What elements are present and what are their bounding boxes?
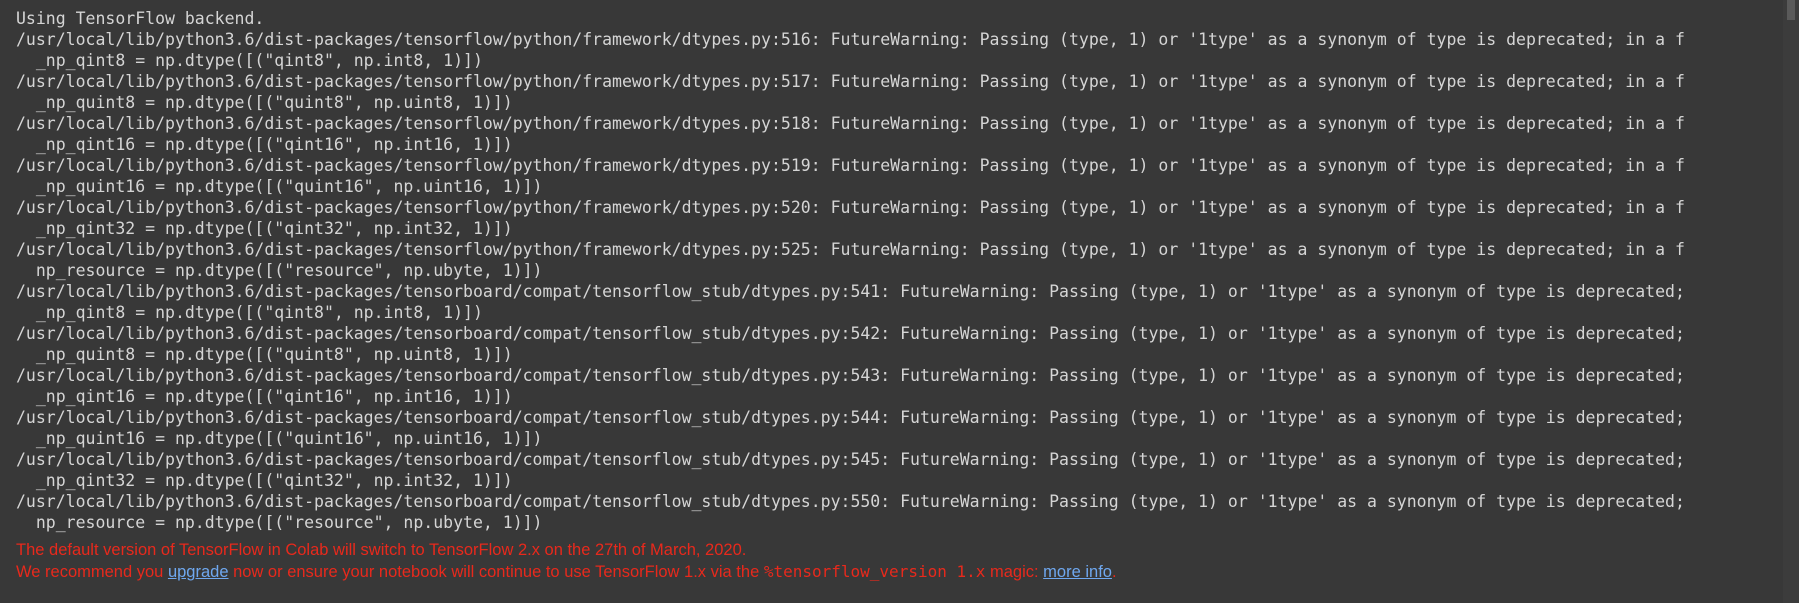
log-line: _np_qint32 = np.dtype([("qint32", np.int… <box>16 471 513 490</box>
log-line: _np_qint8 = np.dtype([("qint8", np.int8,… <box>16 51 483 70</box>
log-line: Using TensorFlow backend. <box>16 9 265 28</box>
log-line: np_resource = np.dtype([("resource", np.… <box>16 261 543 280</box>
more-info-link[interactable]: more info <box>1043 563 1112 581</box>
log-line: _np_qint8 = np.dtype([("qint8", np.int8,… <box>16 303 483 322</box>
log-line: /usr/local/lib/python3.6/dist-packages/t… <box>16 30 1685 49</box>
stderr-log: Using TensorFlow backend. /usr/local/lib/… <box>16 8 1685 533</box>
log-line: np_resource = np.dtype([("resource", np.… <box>16 513 543 532</box>
notice-prefix: We recommend you <box>16 563 168 581</box>
log-line: _np_qint32 = np.dtype([("qint32", np.int… <box>16 219 513 238</box>
tensorflow-version-notice: The default version of TensorFlow in Col… <box>16 540 1117 582</box>
notice-line-1: The default version of TensorFlow in Col… <box>16 541 747 559</box>
cell-output-area: Using TensorFlow backend. /usr/local/lib/… <box>0 0 1783 603</box>
notice-suffix: . <box>1111 563 1117 581</box>
log-line: /usr/local/lib/python3.6/dist-packages/t… <box>16 450 1685 469</box>
log-line: /usr/local/lib/python3.6/dist-packages/t… <box>16 156 1685 175</box>
log-line: _np_qint16 = np.dtype([("qint16", np.int… <box>16 387 513 406</box>
notice-middle: now or ensure your notebook will continu… <box>228 563 764 581</box>
log-line: _np_quint16 = np.dtype([("quint16", np.u… <box>16 177 543 196</box>
log-line: _np_quint16 = np.dtype([("quint16", np.u… <box>16 429 543 448</box>
log-line: _np_quint8 = np.dtype([("quint8", np.uin… <box>16 345 513 364</box>
notice-line-2: We recommend you upgrade now or ensure y… <box>16 561 1117 582</box>
log-line: /usr/local/lib/python3.6/dist-packages/t… <box>16 408 1685 427</box>
log-line: /usr/local/lib/python3.6/dist-packages/t… <box>16 366 1685 385</box>
log-line: /usr/local/lib/python3.6/dist-packages/t… <box>16 492 1685 511</box>
log-line: /usr/local/lib/python3.6/dist-packages/t… <box>16 72 1685 91</box>
log-line: /usr/local/lib/python3.6/dist-packages/t… <box>16 282 1685 301</box>
scrollbar-thumb[interactable] <box>1787 0 1795 20</box>
log-line: /usr/local/lib/python3.6/dist-packages/t… <box>16 114 1685 133</box>
vertical-scrollbar[interactable] <box>1783 0 1799 603</box>
log-line: /usr/local/lib/python3.6/dist-packages/t… <box>16 240 1685 259</box>
log-line: _np_quint8 = np.dtype([("quint8", np.uin… <box>16 93 513 112</box>
notice-after-code: magic: <box>985 563 1044 581</box>
log-line: /usr/local/lib/python3.6/dist-packages/t… <box>16 324 1685 343</box>
upgrade-link[interactable]: upgrade <box>168 563 229 581</box>
log-line: _np_qint16 = np.dtype([("qint16", np.int… <box>16 135 513 154</box>
magic-command-code: %tensorflow_version 1.x <box>763 562 986 581</box>
log-line: /usr/local/lib/python3.6/dist-packages/t… <box>16 198 1685 217</box>
